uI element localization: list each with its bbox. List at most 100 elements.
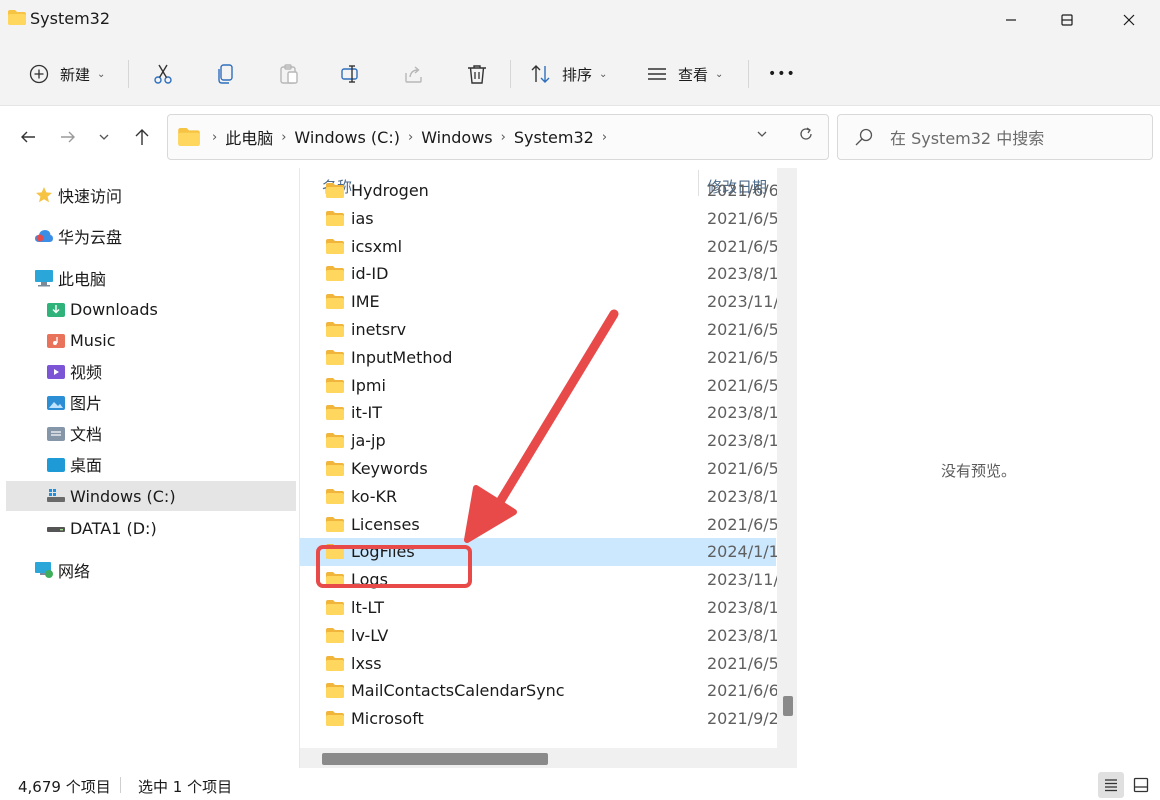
- sidebar-item-huawei-cloud[interactable]: 华为云盘: [34, 221, 294, 251]
- file-row[interactable]: lv-LV 2023/8/1: [300, 622, 777, 650]
- arrow-left-icon: [21, 131, 35, 143]
- vertical-scroll-thumb[interactable]: [783, 696, 793, 716]
- file-row[interactable]: ja-jp 2023/8/1: [300, 427, 777, 455]
- file-row[interactable]: LogFiles 2024/1/1: [300, 538, 777, 567]
- more-options-button[interactable]: •••: [768, 58, 796, 90]
- breadcrumb-windows[interactable]: Windows: [421, 128, 492, 147]
- file-row[interactable]: Logs 2023/11/: [300, 566, 777, 594]
- folder-icon: [326, 655, 344, 671]
- breadcrumb-windows-c[interactable]: Windows (C:): [294, 128, 400, 147]
- thumbnail-view-button[interactable]: [1128, 772, 1154, 798]
- sidebar-item-label: 网络: [58, 562, 91, 581]
- sidebar-item-downloads[interactable]: Downloads: [46, 294, 294, 324]
- file-date: 2023/8/1: [707, 403, 777, 423]
- file-row[interactable]: Keywords 2021/6/5: [300, 455, 777, 483]
- sidebar-item-this-pc[interactable]: 此电脑: [34, 263, 294, 293]
- file-row[interactable]: it-IT 2023/8/1: [300, 399, 777, 427]
- sidebar-item-desktop[interactable]: 桌面: [46, 449, 294, 479]
- file-row[interactable]: lxss 2021/6/5: [300, 650, 777, 678]
- file-row[interactable]: InputMethod 2021/6/5: [300, 344, 777, 372]
- file-name: lxss: [351, 653, 382, 673]
- file-row[interactable]: ias 2021/6/5: [300, 205, 777, 233]
- details-view-button[interactable]: [1098, 772, 1124, 798]
- delete-button[interactable]: [466, 58, 488, 90]
- selected-count: 选中 1 个项目: [138, 778, 233, 796]
- file-date: 2021/6/5: [707, 236, 777, 256]
- close-button[interactable]: [1106, 0, 1152, 40]
- up-button[interactable]: [128, 123, 156, 151]
- folder-icon: [326, 238, 344, 254]
- sort-button[interactable]: 排序 ⌄: [530, 58, 607, 90]
- refresh-button[interactable]: [798, 126, 814, 146]
- file-row[interactable]: ko-KR 2023/8/1: [300, 483, 777, 511]
- folder-icon: [326, 349, 344, 365]
- star-icon: [34, 186, 54, 204]
- sidebar-item-pictures[interactable]: 图片: [46, 387, 294, 417]
- back-button[interactable]: [14, 123, 42, 151]
- file-row[interactable]: MailContactsCalendarSync 2021/6/6: [300, 677, 777, 705]
- file-row[interactable]: lt-LT 2023/8/1: [300, 594, 777, 622]
- file-row[interactable]: Microsoft 2021/9/2: [300, 705, 777, 733]
- paste-button[interactable]: [278, 58, 300, 90]
- pictures-icon: [46, 393, 66, 411]
- drive-icon: [46, 519, 66, 537]
- file-row[interactable]: IME 2023/11/: [300, 288, 777, 316]
- navigation-pane: 快速访问 华为云盘 此电脑 Downloads Music 视频 图片 文档 桌…: [0, 168, 300, 768]
- more-dots-icon: •••: [768, 66, 796, 82]
- sidebar-item-windows-c[interactable]: Windows (C:): [6, 481, 296, 511]
- trash-icon: [466, 63, 488, 85]
- windows-drive-icon: [46, 487, 66, 505]
- address-history-dropdown[interactable]: [756, 128, 768, 143]
- horizontal-scroll-thumb[interactable]: [322, 753, 548, 765]
- horizontal-scrollbar[interactable]: [300, 748, 797, 768]
- sidebar-item-music[interactable]: Music: [46, 325, 294, 355]
- vertical-scrollbar[interactable]: [777, 168, 797, 748]
- desktop-icon: [46, 455, 66, 473]
- file-row[interactable]: inetsrv 2021/6/5: [300, 316, 777, 344]
- sidebar-item-videos[interactable]: 视频: [46, 356, 294, 386]
- file-name: Licenses: [351, 514, 420, 534]
- file-date: 2021/6/5: [707, 514, 777, 534]
- sidebar-item-documents[interactable]: 文档: [46, 418, 294, 448]
- refresh-icon: [800, 127, 812, 140]
- file-row[interactable]: Hydrogen 2021/6/6: [300, 177, 777, 205]
- minimize-button-2[interactable]: [988, 0, 1034, 40]
- music-icon: [46, 331, 66, 349]
- search-box[interactable]: 在 System32 中搜索: [837, 114, 1153, 160]
- file-date: 2021/6/5: [707, 375, 777, 395]
- sidebar-item-data1-d[interactable]: DATA1 (D:): [46, 513, 294, 543]
- share-icon: [403, 63, 425, 85]
- file-row[interactable]: Licenses 2021/6/5: [300, 511, 777, 539]
- chevron-down-icon: [757, 131, 767, 137]
- recent-locations-button[interactable]: [90, 123, 118, 151]
- folder-icon: [178, 128, 200, 146]
- file-row[interactable]: icsxml 2021/6/5: [300, 233, 777, 261]
- share-button[interactable]: [403, 58, 425, 90]
- breadcrumb-this-pc[interactable]: 此电脑: [225, 125, 273, 149]
- rename-button[interactable]: [340, 58, 362, 90]
- forward-button[interactable]: [54, 123, 82, 151]
- breadcrumb-system32[interactable]: System32: [514, 128, 594, 147]
- status-bar: 4,679 个项目 选中 1 个项目: [0, 770, 1160, 800]
- file-name: LogFiles: [351, 542, 415, 562]
- cut-button[interactable]: [152, 58, 174, 90]
- maximize-button[interactable]: [1044, 0, 1090, 40]
- new-button[interactable]: 新建 ⌄: [28, 58, 105, 90]
- file-row[interactable]: id-ID 2023/8/1: [300, 260, 777, 288]
- view-button[interactable]: 查看 ⌄: [646, 58, 723, 90]
- view-list-icon: [646, 63, 668, 85]
- chevron-down-icon: [99, 134, 109, 140]
- sidebar-item-label: 快速访问: [58, 187, 123, 206]
- file-date: 2021/9/2: [707, 709, 777, 729]
- folder-icon: [326, 627, 344, 643]
- sidebar-item-network[interactable]: 网络: [34, 555, 294, 585]
- address-bar[interactable]: › 此电脑 › Windows (C:) › Windows › System3…: [167, 114, 829, 160]
- file-date: 2021/6/5: [707, 459, 777, 478]
- chevron-down-icon: ⌄: [715, 68, 724, 80]
- file-row[interactable]: Ipmi 2021/6/5: [300, 372, 777, 400]
- file-name: lv-LV: [351, 625, 389, 645]
- downloads-icon: [46, 300, 66, 318]
- sidebar-item-quick-access[interactable]: 快速访问: [34, 180, 294, 210]
- copy-button[interactable]: [215, 58, 237, 90]
- file-name: ko-KR: [351, 486, 398, 506]
